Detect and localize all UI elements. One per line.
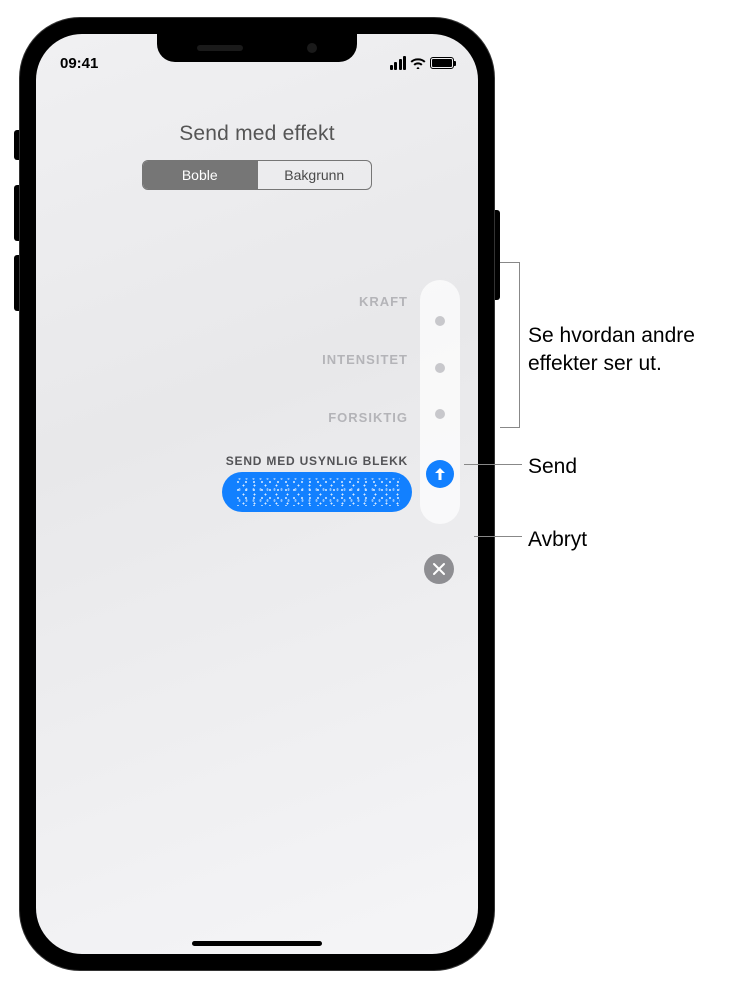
effect-label-forsiktig: FORSIKTIG <box>328 410 408 425</box>
page-title: Send med effekt <box>36 122 478 146</box>
wifi-icon <box>410 57 426 69</box>
callout-leader-send <box>464 464 522 465</box>
speaker-grille <box>197 45 243 51</box>
effect-selector-rail <box>420 280 460 524</box>
header: Send med effekt Boble Bakgrunn <box>36 122 478 190</box>
arrow-up-icon <box>432 466 448 482</box>
effect-label-kraft: KRAFT <box>359 294 408 309</box>
battery-icon <box>430 57 454 69</box>
callout-bracket <box>500 262 520 428</box>
send-button[interactable] <box>426 460 454 488</box>
status-time: 09:41 <box>60 55 98 72</box>
notch <box>157 34 357 62</box>
invisible-ink-noise <box>234 478 400 506</box>
screen: 09:41 Send med effekt Boble Bakgrunn KRA… <box>36 34 478 954</box>
effect-dot-kraft[interactable] <box>435 316 445 326</box>
segment-background[interactable]: Bakgrunn <box>257 161 372 189</box>
callout-leader-cancel <box>474 536 522 537</box>
home-indicator[interactable] <box>192 941 322 946</box>
effect-dot-intensitet[interactable] <box>435 363 445 373</box>
effect-label-intensitet: INTENSITET <box>322 352 408 367</box>
phone-frame: 09:41 Send med effekt Boble Bakgrunn KRA… <box>20 18 494 970</box>
callout-send: Send <box>528 453 577 481</box>
callout-effects: Se hvordan andre effekter ser ut. <box>528 322 728 379</box>
effect-label-invisible-ink: SEND MED USYNLIG BLEKK <box>226 454 408 468</box>
status-right <box>390 56 455 70</box>
cellular-signal-icon <box>390 56 407 70</box>
front-camera <box>307 43 317 53</box>
message-bubble-invisible-ink[interactable] <box>222 472 412 512</box>
cancel-button[interactable] <box>424 554 454 584</box>
effect-dot-forsiktig[interactable] <box>435 409 445 419</box>
segmented-control[interactable]: Boble Bakgrunn <box>142 160 372 190</box>
close-icon <box>432 562 446 576</box>
callout-cancel: Avbryt <box>528 526 587 554</box>
segment-bubble[interactable]: Boble <box>143 161 257 189</box>
